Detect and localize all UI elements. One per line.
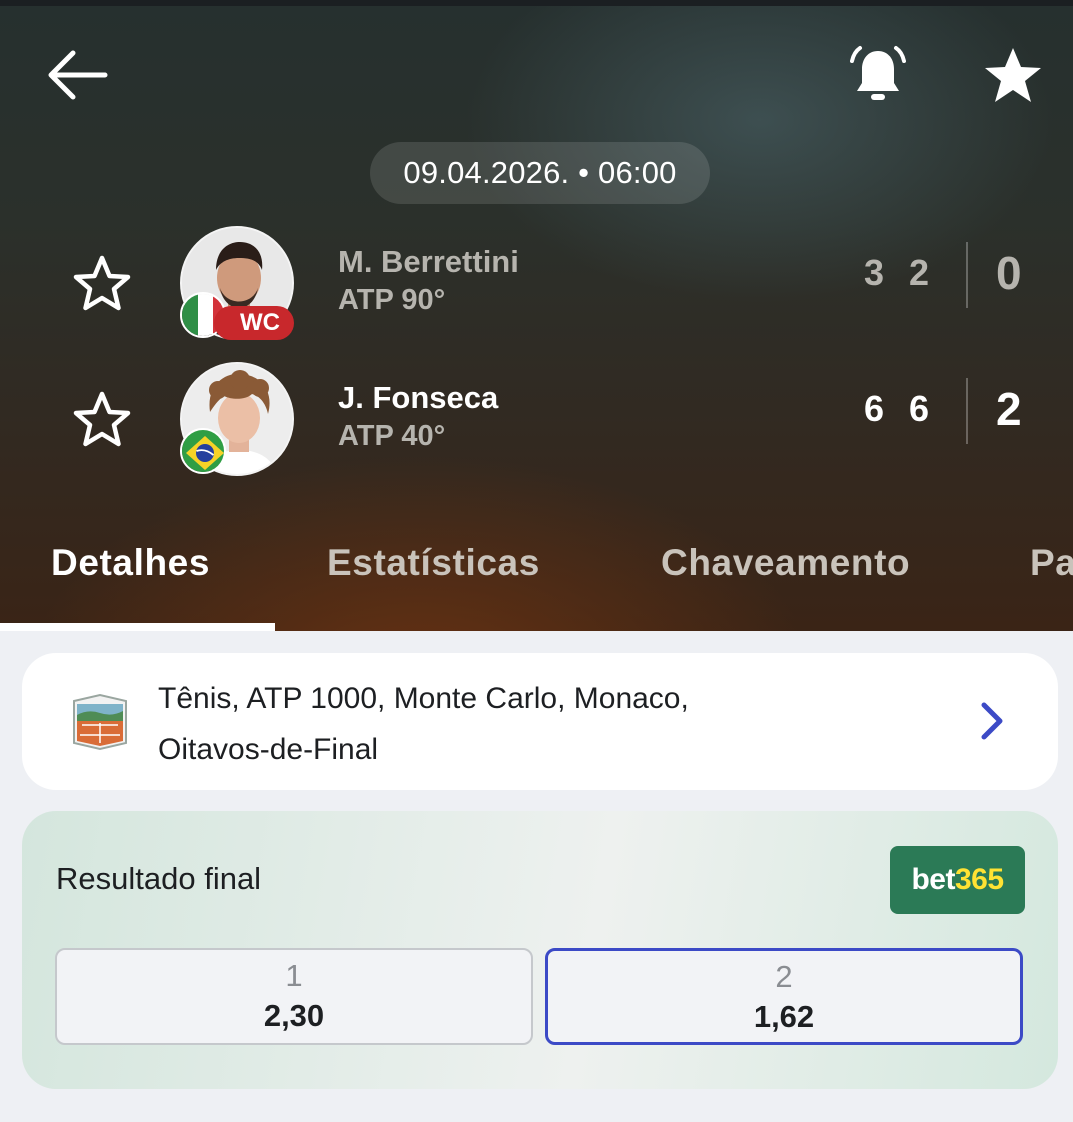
tab-chaveamento[interactable]: Chaveamento [661, 542, 910, 584]
tournament-card[interactable]: Tênis, ATP 1000, Monte Carlo, Monaco, Oi… [22, 653, 1058, 790]
back-button[interactable] [40, 40, 116, 110]
tournament-round: Oitavos-de-Final [158, 733, 379, 766]
status-bar-edge [0, 0, 1073, 6]
player-favorite-button[interactable] [70, 252, 134, 316]
score-divider [966, 378, 968, 444]
match-date-time: 09.04.2026. • 06:00 [370, 142, 710, 204]
tournament-line: Tênis, ATP 1000, Monte Carlo, Monaco, [158, 682, 689, 715]
player-name: M. Berrettini [338, 244, 519, 279]
set-score: 3 [864, 252, 885, 293]
odds-option-label: 1 [285, 958, 303, 993]
odds-market-title: Resultado final [56, 861, 262, 896]
bookmaker-number: 365 [954, 863, 1004, 896]
player-rank: ATP 90° [338, 284, 446, 316]
bet365-logo[interactable]: bet 365 [890, 846, 1025, 914]
set-score: 6 [909, 388, 930, 429]
brazil-flag-icon [180, 428, 226, 474]
player-row[interactable]: WC M. Berrettini ATP 90° 3 2 0 [0, 222, 1073, 342]
tab-estatisticas[interactable]: Estatísticas [327, 542, 540, 584]
set-score: 6 [864, 388, 885, 429]
set-score: 2 [909, 252, 930, 293]
odds-option-label: 2 [775, 959, 793, 994]
notification-button[interactable] [838, 40, 918, 110]
sets-won: 0 [996, 247, 1022, 299]
star-filled-icon [985, 48, 1041, 102]
player-rank: ATP 40° [338, 420, 446, 452]
chevron-right-icon [976, 701, 1008, 741]
tournament-name: Tênis, ATP 1000, Monte Carlo, Monaco, Oi… [158, 673, 878, 775]
wildcard-badge: WC [214, 306, 294, 340]
tab-detalhes[interactable]: Detalhes [51, 542, 210, 584]
odds-option-2-button[interactable]: 2 1,62 [545, 948, 1023, 1045]
arrow-left-icon [48, 50, 108, 100]
favorite-match-button[interactable] [975, 40, 1051, 110]
match-header: 09.04.2026. • 06:00 WC M. Berrettini ATP… [0, 0, 1073, 631]
score-divider [966, 242, 968, 308]
star-outline-icon [73, 391, 131, 447]
active-tab-indicator [0, 623, 275, 631]
player-row[interactable]: J. Fonseca ATP 40° 6 6 2 [0, 358, 1073, 478]
odds-option-value: 1,62 [753, 999, 815, 1034]
tab-bar: Detalhes Estatísticas Chaveamento Pa [0, 530, 1073, 631]
odds-option-1-button[interactable]: 1 2,30 [55, 948, 533, 1045]
clay-court-icon [70, 693, 130, 751]
odds-card: Resultado final bet 365 1 2,30 2 1,62 [22, 811, 1058, 1089]
sets-won: 2 [996, 383, 1022, 435]
bookmaker-name: bet [911, 863, 955, 896]
bell-ringing-icon [850, 46, 906, 100]
odds-option-value: 2,30 [263, 998, 325, 1033]
player-name: J. Fonseca [338, 380, 499, 415]
tab-partial[interactable]: Pa [1030, 542, 1073, 584]
player-favorite-button[interactable] [70, 388, 134, 452]
star-outline-icon [73, 255, 131, 311]
